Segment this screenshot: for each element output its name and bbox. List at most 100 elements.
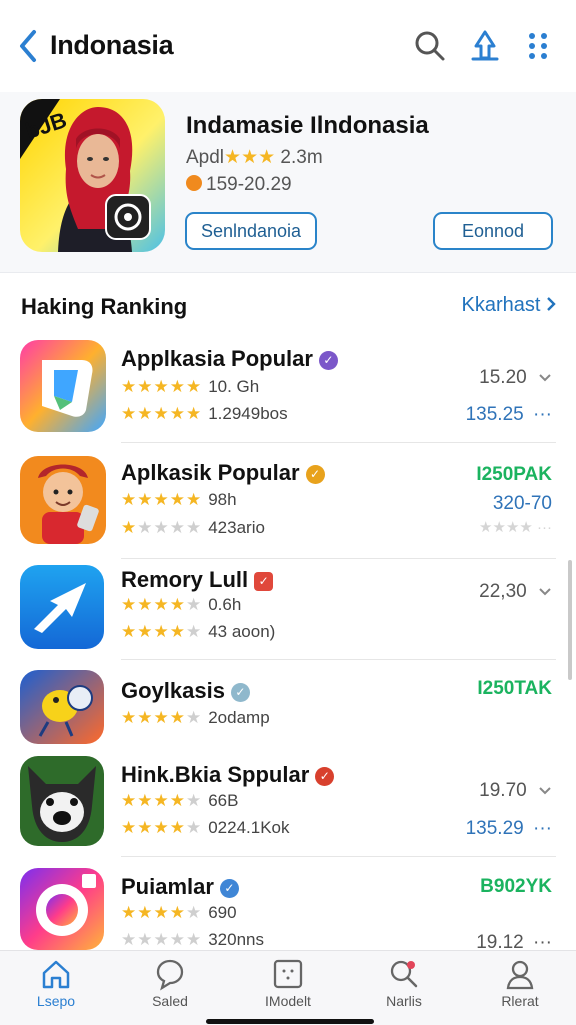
bottom-tab-bar: Lsepo Saled IModelt Narlis Rlerat: [0, 950, 576, 1025]
app-price-text: I250TAK: [477, 678, 552, 699]
app-downloads: 2odamp: [208, 708, 270, 727]
verified-badge-icon: ✓: [305, 465, 325, 484]
app-icon: [20, 756, 104, 846]
chevron-down-icon[interactable]: [538, 587, 552, 597]
app-name: Aplkasik Popular: [121, 460, 300, 485]
tab-label: Saled: [152, 993, 188, 1009]
app-price: 15.20: [479, 367, 552, 389]
app-name: Puiamlar: [121, 874, 214, 899]
divider: [121, 442, 556, 443]
app-reviews: 320nns: [208, 930, 264, 949]
app-price-text: B902YK: [480, 876, 552, 897]
featured-secondary-button[interactable]: Senlndanoia: [185, 212, 317, 250]
app-icon: [20, 868, 104, 950]
tab-label: Rlerat: [501, 993, 539, 1009]
app-reviews: 43 aoon): [208, 622, 276, 641]
app-icon: [20, 456, 106, 544]
page-title: Indonasia: [50, 30, 174, 60]
featured-rating: Apdl★★★ 2.3m: [186, 146, 323, 169]
rating-stars: ★★★★★ 1.2949bos: [121, 404, 288, 423]
rating-stars-faded-icon: ★★★★ ···: [479, 519, 552, 536]
featured-app-title: Indamasie Ilndonasia: [186, 112, 429, 139]
app-icon: [20, 340, 106, 432]
app-price: B902YK: [480, 876, 552, 898]
back-chevron-icon[interactable]: [14, 28, 44, 64]
app-price-text: 22,30: [479, 581, 527, 602]
rating-stars: ★★★★★ 423ario: [121, 518, 265, 537]
app-reviews: 1.2949bos: [208, 404, 288, 423]
tab-label: Lsepo: [36, 993, 76, 1009]
featured-app-card: bJB Indamasie Ilndonasia Apdl★★★ 2.3m 15…: [0, 92, 576, 273]
verified-badge-icon: ✓: [254, 572, 274, 591]
verified-badge-icon: ✓: [318, 351, 338, 370]
divider: [121, 659, 556, 660]
rating-stars: ★★★★★ 690: [121, 903, 237, 922]
chevron-right-icon: [547, 297, 556, 311]
app-price-text: I250PAK: [476, 464, 552, 485]
verified-badge-icon: ✓: [315, 767, 335, 786]
more-dots-icon[interactable]: [520, 28, 556, 64]
person-icon: [506, 960, 534, 990]
rating-stars: ★★★★★ 43 aoon): [121, 622, 276, 641]
app-icon: [20, 670, 104, 744]
search-icon[interactable]: [412, 28, 448, 64]
rating-stars: ★★★★★ 10. Gh: [121, 377, 260, 396]
app-size: 135.29 ···: [466, 818, 552, 840]
tab-profile[interactable]: Rlerat: [480, 957, 560, 1009]
app-price: 19.70: [479, 780, 552, 802]
section-title: Haking Ranking: [21, 294, 188, 319]
app-size: 135.25 ···: [466, 404, 552, 426]
app-reviews: 0224.1Kok: [208, 818, 290, 837]
more-icon[interactable]: ···: [533, 818, 552, 839]
app-price: 22,30: [479, 581, 552, 603]
see-all-link[interactable]: Kkarhast: [462, 294, 557, 317]
tab-label: IModelt: [265, 993, 311, 1009]
app-size-text: 135.29: [465, 818, 524, 839]
tab-label: Narlis: [386, 993, 422, 1009]
more-icon[interactable]: ···: [533, 404, 552, 425]
app-icon: [20, 565, 104, 649]
rating-stars: ★★★★★ 0224.1Kok: [121, 818, 290, 837]
featured-info: 159-20.29: [186, 174, 292, 196]
home-icon: [42, 960, 70, 989]
divider: [121, 856, 556, 857]
rating-stars-icon: ★★★: [224, 147, 276, 168]
featured-app-icon[interactable]: bJB: [20, 99, 165, 252]
tab-chat[interactable]: Saled: [130, 957, 210, 1009]
app-size-text: 135.25: [465, 404, 524, 425]
home-indicator: [206, 1019, 374, 1024]
chat-icon: [156, 959, 184, 991]
info-badge-icon: [186, 175, 202, 191]
top-bar: Indonasia: [0, 0, 576, 92]
tab-home[interactable]: Lsepo: [16, 957, 96, 1009]
app-downloads: 98h: [208, 490, 237, 509]
app-price: I250TAK: [477, 678, 552, 700]
app-name: Remory Lull: [121, 567, 249, 592]
featured-rating-prefix: Apdl: [186, 147, 225, 168]
chevron-down-icon[interactable]: [538, 786, 552, 796]
search-icon: [390, 960, 418, 988]
featured-info-text: 159-20.29: [206, 174, 292, 195]
tab-search[interactable]: Narlis: [364, 957, 444, 1009]
app-reviews: 423ario: [208, 518, 265, 537]
app-price: I250PAK: [476, 464, 552, 486]
rating-stars: ★★★★★ 320nns: [121, 930, 264, 949]
scrollbar[interactable]: [568, 560, 572, 680]
app-name: Hink.Bkia Sppular: [121, 762, 310, 787]
app-downloads: 66B: [208, 791, 239, 810]
rating-stars: ★★★★★ 66B: [121, 791, 239, 810]
featured-rating-count: 2.3m: [280, 147, 323, 168]
share-icon[interactable]: [467, 28, 503, 64]
app-price-text: 19.70: [479, 780, 527, 801]
app-price-text: 15.20: [479, 367, 527, 388]
app-downloads: 0.6h: [208, 595, 242, 614]
app-name: Applkasia Popular: [121, 346, 313, 371]
chevron-down-icon[interactable]: [538, 373, 552, 383]
grid-icon: [273, 959, 303, 989]
app-downloads: 10. Gh: [208, 377, 260, 396]
app-name: Goylkasis: [121, 678, 225, 703]
rating-stars: ★★★★★ 0.6h: [121, 595, 242, 614]
featured-primary-button[interactable]: Eonnod: [433, 212, 553, 250]
tab-models[interactable]: IModelt: [248, 957, 328, 1009]
rating-stars: ★★★★★ 98h: [121, 490, 237, 509]
